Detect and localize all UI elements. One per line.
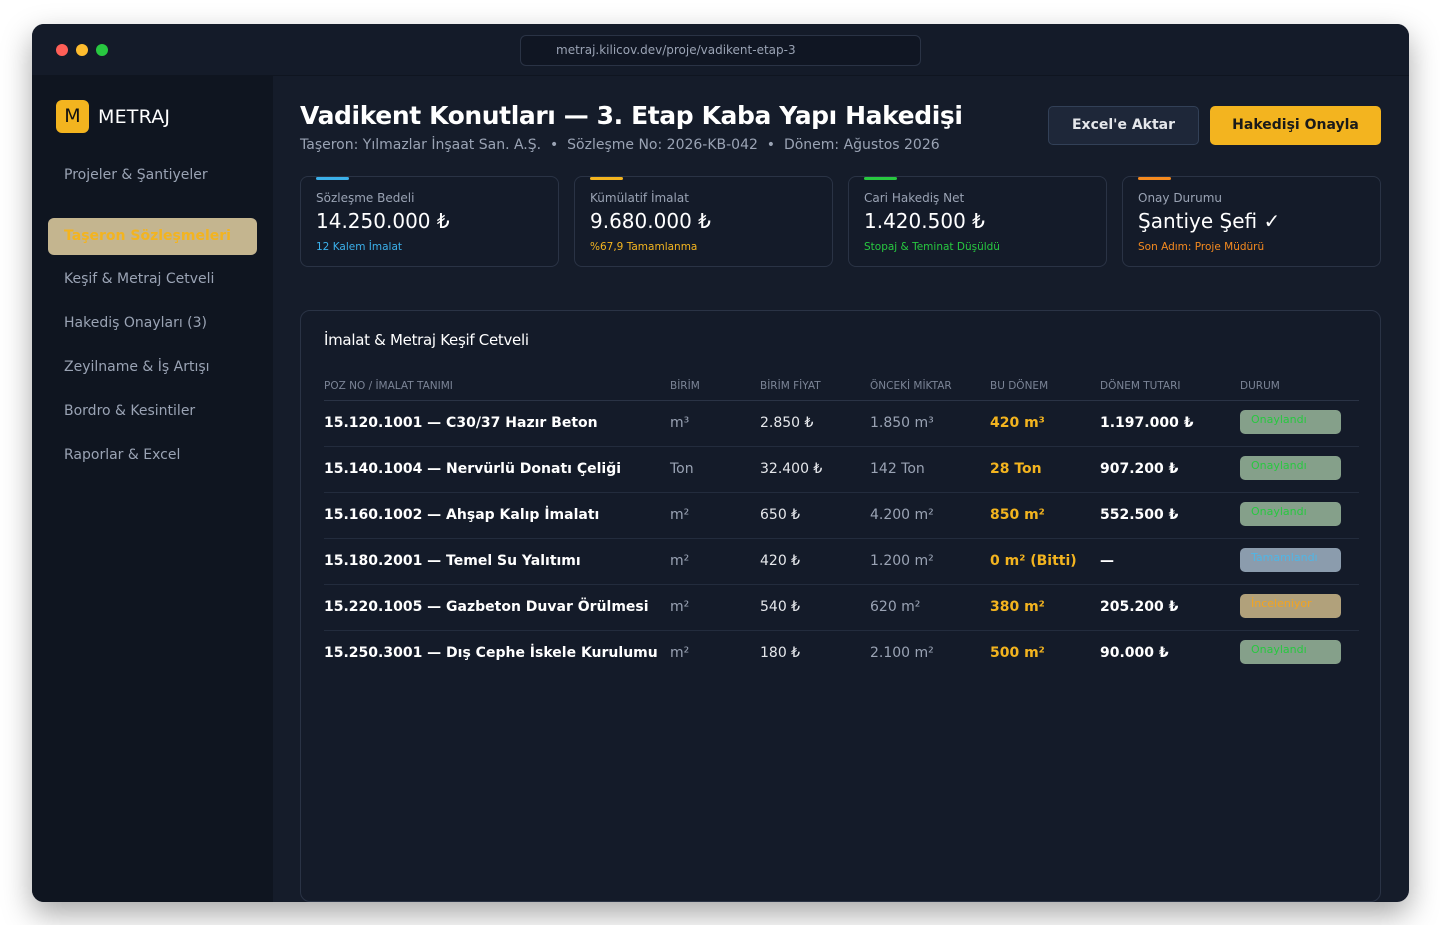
card-note: 12 Kalem İmalat	[316, 241, 403, 253]
item-unit-price: 420 ₺	[760, 553, 801, 569]
item-unit: Ton	[670, 461, 694, 477]
item-name: 15.180.2001 — Temel Su Yalıtımı	[324, 553, 581, 569]
item-this-period: 500 m²	[990, 645, 1045, 661]
item-unit: m²	[670, 553, 690, 569]
table-title: İmalat & Metraj Keşif Cetveli	[324, 331, 529, 349]
item-unit-price: 650 ₺	[760, 507, 801, 523]
status-badge: Onaylandı	[1240, 410, 1341, 434]
table-row[interactable]: 15.140.1004 — Nervürlü Donatı Çeliği Ton…	[324, 447, 1359, 493]
item-name: 15.120.1001 — C30/37 Hazır Beton	[324, 415, 598, 431]
sidebar: M METRAJ Projeler & Şantiyeler Taşeron S…	[32, 76, 273, 902]
card-accent	[316, 177, 349, 180]
page-title: Vadikent Konutları — 3. Etap Kaba Yapı H…	[300, 101, 963, 130]
maximize-window-button[interactable]	[96, 44, 108, 56]
item-unit: m³	[670, 415, 690, 431]
card-value: 9.680.000 ₺	[590, 209, 711, 233]
logo-icon: M	[56, 100, 89, 133]
status-badge: İnceleniyor	[1240, 594, 1341, 618]
item-this-period: 28 Ton	[990, 461, 1042, 477]
item-period-total: —	[1100, 553, 1114, 569]
item-previous-quantity: 1.200 m²	[870, 553, 934, 569]
sidebar-item-subcontractor-contracts[interactable]: Taşeron Sözleşmeleri	[48, 218, 257, 255]
table-row[interactable]: 15.220.1005 — Gazbeton Duvar Örülmesi m²…	[324, 585, 1359, 631]
item-unit-price: 540 ₺	[760, 599, 801, 615]
table-row[interactable]: 15.180.2001 — Temel Su Yalıtımı m² 420 ₺…	[324, 539, 1359, 585]
item-unit-price: 32.400 ₺	[760, 461, 823, 477]
status-badge: Tamamlandı	[1240, 548, 1341, 572]
column-header-unit: BİRİM	[670, 380, 700, 392]
item-unit-price: 180 ₺	[760, 645, 801, 661]
card-accent	[1138, 177, 1171, 180]
item-name: 15.160.1002 — Ahşap Kalıp İmalatı	[324, 507, 600, 523]
sidebar-item-addendum[interactable]: Zeyilname & İş Artışı	[48, 349, 257, 386]
item-unit-price: 2.850 ₺	[760, 415, 814, 431]
item-period-total: 907.200 ₺	[1100, 461, 1179, 477]
approve-progress-button[interactable]: Hakedişi Onayla	[1210, 106, 1381, 145]
stat-card-contract-amount: Sözleşme Bedeli 14.250.000 ₺ 12 Kalem İm…	[300, 176, 559, 267]
card-note: Stopaj & Teminat Düşüldü	[864, 241, 1000, 253]
item-previous-quantity: 142 Ton	[870, 461, 925, 477]
card-label: Sözleşme Bedeli	[316, 191, 415, 205]
column-header-previous-quantity: ÖNCEKİ MİKTAR	[870, 380, 952, 392]
card-accent	[864, 177, 897, 180]
column-header-unit-price: BİRİM FİYAT	[760, 380, 821, 392]
item-this-period: 0 m² (Bitti)	[990, 553, 1077, 569]
item-period-total: 90.000 ₺	[1100, 645, 1169, 661]
sidebar-item-progress-approvals[interactable]: Hakediş Onayları (3)	[48, 305, 257, 342]
stat-card-approval-status: Onay Durumu Şantiye Şefi ✓ Son Adım: Pro…	[1122, 176, 1381, 267]
status-badge: Onaylandı	[1240, 456, 1341, 480]
close-window-button[interactable]	[56, 44, 68, 56]
export-excel-button[interactable]: Excel'e Aktar	[1048, 106, 1199, 145]
logo-text: METRAJ	[98, 106, 171, 128]
item-unit: m²	[670, 507, 690, 523]
app-window: metraj.kilicov.dev/proje/vadikent-etap-3…	[32, 24, 1409, 902]
title-bar: metraj.kilicov.dev/proje/vadikent-etap-3	[32, 24, 1409, 76]
address-bar[interactable]: metraj.kilicov.dev/proje/vadikent-etap-3	[520, 35, 921, 66]
main-content: Vadikent Konutları — 3. Etap Kaba Yapı H…	[273, 76, 1409, 902]
table-row[interactable]: 15.160.1002 — Ahşap Kalıp İmalatı m² 650…	[324, 493, 1359, 539]
quantity-table-panel: İmalat & Metraj Keşif Cetveli POZ NO / İ…	[300, 310, 1381, 902]
stat-card-cumulative-work: Kümülatif İmalat 9.680.000 ₺ %67,9 Tamam…	[574, 176, 833, 267]
item-this-period: 850 m²	[990, 507, 1045, 523]
sidebar-item-quantity-survey[interactable]: Keşif & Metraj Cetveli	[48, 261, 257, 298]
item-previous-quantity: 620 m²	[870, 599, 921, 615]
column-header-this-period: BU DÖNEM	[990, 380, 1049, 392]
card-note: Son Adım: Proje Müdürü	[1138, 241, 1265, 253]
card-accent	[590, 177, 623, 180]
card-label: Kümülatif İmalat	[590, 191, 689, 205]
item-this-period: 380 m²	[990, 599, 1045, 615]
column-header-item: POZ NO / İMALAT TANIMI	[324, 380, 453, 392]
item-unit: m²	[670, 599, 690, 615]
item-unit: m²	[670, 645, 690, 661]
card-value: 1.420.500 ₺	[864, 209, 985, 233]
card-label: Cari Hakediş Net	[864, 191, 965, 205]
sidebar-item-reports[interactable]: Raporlar & Excel	[48, 437, 257, 474]
table-row[interactable]: 15.250.3001 — Dış Cephe İskele Kurulumu …	[324, 631, 1359, 677]
page-subtitle: Taşeron: Yılmazlar İnşaat San. A.Ş. • Sö…	[300, 137, 940, 153]
status-badge: Onaylandı	[1240, 640, 1341, 664]
card-note: %67,9 Tamamlanma	[590, 241, 698, 253]
card-label: Onay Durumu	[1138, 191, 1222, 205]
item-previous-quantity: 4.200 m²	[870, 507, 934, 523]
item-previous-quantity: 2.100 m²	[870, 645, 934, 661]
item-name: 15.250.3001 — Dış Cephe İskele Kurulumu	[324, 645, 658, 661]
item-period-total: 1.197.000 ₺	[1100, 415, 1194, 431]
column-header-period-total: DÖNEM TUTARI	[1100, 380, 1181, 392]
sidebar-item-payroll[interactable]: Bordro & Kesintiler	[48, 393, 257, 430]
table-row[interactable]: 15.120.1001 — C30/37 Hazır Beton m³ 2.85…	[324, 401, 1359, 447]
item-previous-quantity: 1.850 m³	[870, 415, 934, 431]
item-name: 15.220.1005 — Gazbeton Duvar Örülmesi	[324, 599, 649, 615]
item-period-total: 205.200 ₺	[1100, 599, 1179, 615]
minimize-window-button[interactable]	[76, 44, 88, 56]
card-value: Şantiye Şefi ✓	[1138, 209, 1281, 233]
item-this-period: 420 m³	[990, 415, 1045, 431]
stat-card-current-net: Cari Hakediş Net 1.420.500 ₺ Stopaj & Te…	[848, 176, 1107, 267]
card-value: 14.250.000 ₺	[316, 209, 450, 233]
item-name: 15.140.1004 — Nervürlü Donatı Çeliği	[324, 461, 622, 477]
column-header-status: DURUM	[1240, 380, 1280, 392]
table-header: POZ NO / İMALAT TANIMI BİRİM BİRİM FİYAT…	[324, 365, 1359, 401]
sidebar-item-projects[interactable]: Projeler & Şantiyeler	[48, 157, 257, 194]
item-period-total: 552.500 ₺	[1100, 507, 1179, 523]
status-badge: Onaylandı	[1240, 502, 1341, 526]
